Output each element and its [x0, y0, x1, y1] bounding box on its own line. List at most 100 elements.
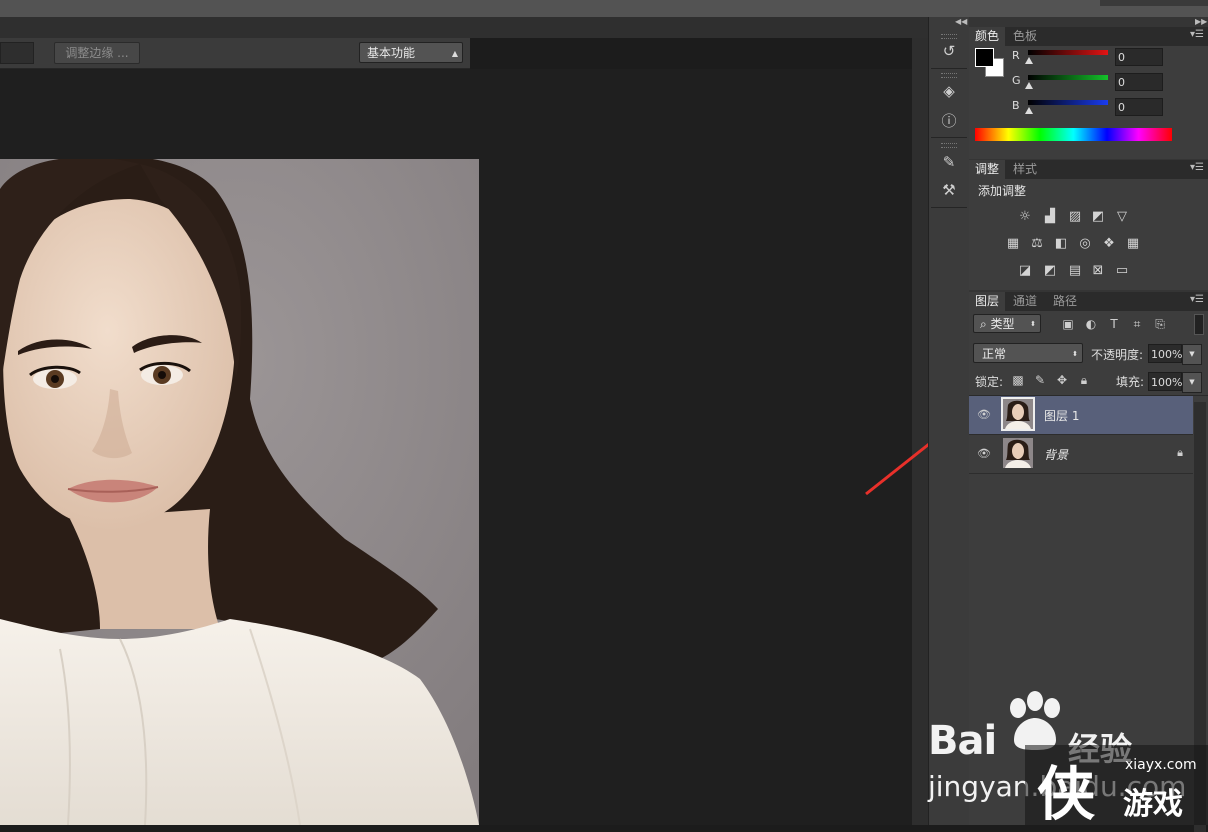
tab-styles[interactable]: 样式 [1007, 160, 1043, 179]
adjustments-panel: 调整 样式 ▾☰ 添加调整 ☼ ▟ ▨ ◩ ▽ ▦ ⚖ ◧ ◎ ❖ ▦ ◪ ◩ … [969, 160, 1208, 290]
panel-menu-icon[interactable]: ▾☰ [1190, 294, 1204, 305]
channel-g-thumb[interactable] [1025, 82, 1033, 89]
channel-g-slider[interactable] [1028, 75, 1108, 80]
channel-mixer-icon[interactable]: ❖ [1100, 236, 1118, 252]
filter-toggle-switch[interactable] [1194, 314, 1204, 335]
lock-transparent-pixels-icon[interactable]: ▩ [1010, 372, 1026, 388]
threshold-icon[interactable]: ▤ [1066, 263, 1084, 279]
document-image-portrait[interactable] [0, 159, 479, 825]
curves-icon[interactable]: ▨ [1066, 209, 1084, 225]
layer-thumbnail [1003, 438, 1033, 468]
channel-r-label: R [1012, 49, 1020, 62]
fill-label: 填充: [1116, 375, 1145, 389]
layers-panel-tabs: 图层 通道 路径 ▾☰ [969, 292, 1208, 311]
tab-channels[interactable]: 通道 [1007, 292, 1043, 311]
baidu-paw-logo [1010, 691, 1060, 750]
collapse-panels-icon[interactable]: ◀◀ [955, 17, 967, 26]
color-panel: 颜色 色板 ▾☰ R 0 G 0 B 0 [969, 27, 1208, 159]
layer-row-layer1[interactable]: 👁︎ 图层 1 [969, 396, 1193, 435]
document-tab-strip [0, 17, 928, 38]
add-adjustment-title: 添加调整 [978, 184, 1027, 198]
fill-input[interactable]: 100% [1148, 372, 1182, 391]
black-white-icon[interactable]: ◧ [1052, 236, 1070, 252]
vibrance-icon[interactable]: ▽ [1113, 209, 1131, 225]
channel-b-value[interactable]: 0 [1115, 98, 1163, 116]
filter-type-icon[interactable]: T [1106, 316, 1122, 332]
panel-menu-icon[interactable]: ▾☰ [1190, 162, 1204, 173]
invert-icon[interactable]: ◪ [1016, 263, 1034, 279]
portrait-image [0, 159, 479, 825]
photo-filter-icon[interactable]: ◎ [1076, 236, 1094, 252]
layer-filter-select[interactable]: ⌕ 类型 ⬍ [973, 314, 1041, 333]
opacity-label: 不透明度: [1091, 348, 1144, 362]
filter-pixel-icon[interactable]: ▣ [1060, 316, 1076, 332]
tab-color[interactable]: 颜色 [969, 27, 1006, 46]
history-icon[interactable]: ↺ [939, 41, 959, 61]
channel-b-label: B [1012, 99, 1020, 112]
adjustments-panel-tabs: 调整 样式 ▾☰ [969, 160, 1208, 179]
window-controls[interactable] [1100, 0, 1208, 6]
channel-b-slider[interactable] [1028, 100, 1108, 105]
app-title-bar [0, 0, 1208, 17]
lock-image-pixels-icon[interactable]: ✎ [1032, 372, 1048, 388]
feather-field[interactable] [0, 42, 34, 64]
refine-edge-button[interactable]: 调整边缘 ... [54, 42, 140, 64]
tab-adjustments[interactable]: 调整 [969, 160, 1006, 179]
posterize-icon[interactable]: ◩ [1041, 263, 1059, 279]
lock-position-icon[interactable]: ✥ [1054, 372, 1070, 388]
filter-smart-object-icon[interactable]: ⎘ [1152, 316, 1168, 332]
layer-row-background[interactable]: 👁︎ 背景 🔒︎ [969, 435, 1193, 474]
foreground-color-swatch[interactable] [975, 48, 994, 67]
layer-name[interactable]: 背景 [1044, 446, 1068, 463]
updown-arrow-icon: ▲ [451, 49, 458, 58]
filter-adjustment-icon[interactable]: ◐ [1083, 316, 1099, 332]
channel-b-thumb[interactable] [1025, 107, 1033, 114]
info-icon[interactable]: ⓘ [939, 111, 959, 131]
updown-arrow-icon: ⬍ [1030, 320, 1036, 328]
brush-presets-icon[interactable]: ✎ [939, 152, 959, 172]
channel-r-thumb[interactable] [1025, 57, 1033, 64]
blend-mode-select[interactable]: 正常 ⬍ [973, 343, 1083, 363]
levels-icon[interactable]: ▟ [1041, 209, 1059, 225]
layer-filter-label: 类型 [990, 317, 1015, 331]
workspace-switcher[interactable]: 基本功能 ▲ [359, 42, 463, 63]
layer-name[interactable]: 图层 1 [1044, 407, 1079, 424]
blend-mode-value: 正常 [982, 347, 1007, 361]
expand-panels-icon[interactable]: ▶▶ [1195, 17, 1207, 26]
exposure-icon[interactable]: ◩ [1089, 209, 1107, 225]
channel-r-value[interactable]: 0 [1115, 48, 1163, 66]
channel-g-value[interactable]: 0 [1115, 73, 1163, 91]
hue-saturation-icon[interactable]: ▦ [1004, 236, 1022, 252]
layer-lock-icon: 🔒︎ [1177, 446, 1183, 459]
filter-shape-icon[interactable]: ⌗ [1129, 316, 1145, 332]
dock-grip[interactable] [941, 143, 957, 148]
color-spectrum-ramp[interactable] [975, 128, 1172, 141]
fill-dropdown-icon[interactable]: ▼ [1182, 372, 1202, 393]
xiayx-game-text: 游戏 [1123, 787, 1183, 822]
search-icon: ⌕ [980, 317, 991, 331]
tab-layers[interactable]: 图层 [969, 292, 1006, 311]
lock-all-icon[interactable]: 🔒︎ [1076, 372, 1092, 388]
tab-paths[interactable]: 路径 [1047, 292, 1083, 311]
selective-color-icon[interactable]: ⊠ [1089, 263, 1107, 279]
visibility-eye-icon[interactable]: 👁︎ [976, 446, 992, 462]
xiayx-site-text: xiayx.com [1125, 757, 1197, 773]
brightness-contrast-icon[interactable]: ☼ [1016, 209, 1034, 225]
dock-grip[interactable] [941, 34, 957, 39]
color-balance-icon[interactable]: ⚖ [1028, 236, 1046, 252]
gradient-map-icon[interactable]: ▭ [1113, 263, 1131, 279]
updown-arrow-icon: ⬍ [1072, 350, 1078, 358]
opacity-input[interactable]: 100% [1148, 344, 1182, 363]
panel-menu-icon[interactable]: ▾☰ [1190, 29, 1204, 40]
properties-icon[interactable]: ◈ [939, 81, 959, 101]
tool-presets-icon[interactable]: ⚒ [939, 180, 959, 200]
visibility-eye-icon[interactable]: 👁︎ [976, 407, 992, 423]
opacity-dropdown-icon[interactable]: ▼ [1182, 344, 1202, 365]
color-panel-tabs: 颜色 色板 ▾☰ [969, 27, 1208, 46]
color-lookup-icon[interactable]: ▦ [1124, 236, 1142, 252]
dock-grip[interactable] [941, 73, 957, 78]
baidu-brand-text: Bai [928, 718, 997, 764]
channel-r-slider[interactable] [1028, 50, 1108, 55]
layer-thumbnail [1001, 397, 1035, 431]
tab-swatches[interactable]: 色板 [1007, 27, 1043, 46]
